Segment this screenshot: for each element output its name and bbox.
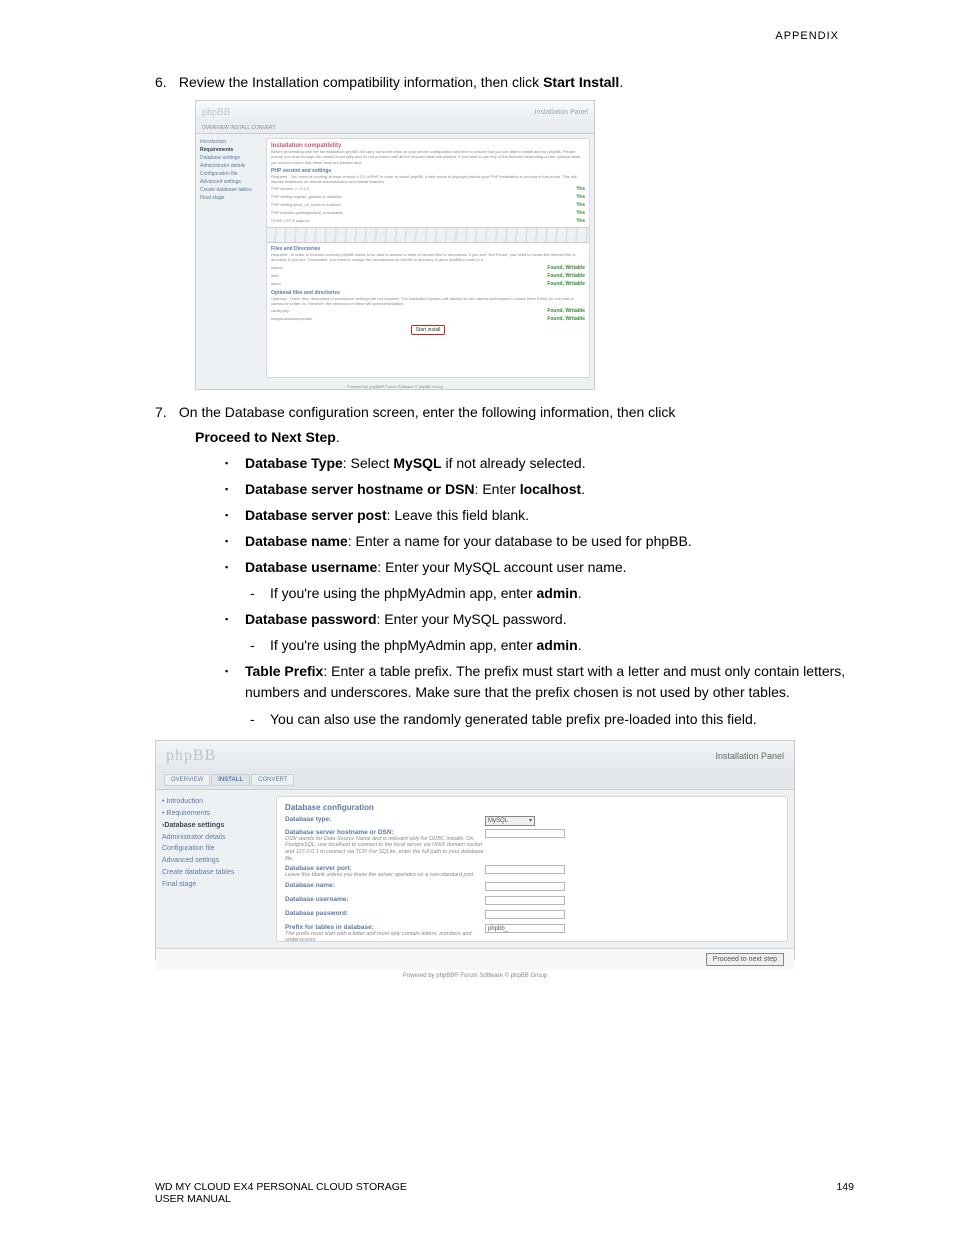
square-bullet-icon: ▪ [225, 479, 245, 500]
square-bullet-icon: ▪ [225, 531, 245, 552]
square-bullet-icon: ▪ [225, 661, 245, 703]
bullet-table-prefix: ▪ Table Prefix: Enter a table prefix. Th… [155, 661, 854, 703]
db-user-input[interactable] [485, 896, 565, 905]
bullet-db-pass-sub: - If you're using the phpMyAdmin app, en… [155, 635, 854, 656]
appendix-header: APPENDIX [155, 30, 854, 42]
dash-bullet-icon: - [250, 709, 270, 730]
ss1-footer: Powered by phpBB® Forum Software © phpBB… [196, 382, 594, 391]
bullet-db-pass: ▪ Database password: Enter your MySQL pa… [155, 609, 854, 630]
footer-subtitle: USER MANUAL [155, 1193, 407, 1205]
dash-bullet-icon: - [250, 583, 270, 604]
ss2-main: Database configuration Database type: My… [276, 796, 788, 942]
bullet-db-port: ▪ Database server post: Leave this field… [155, 505, 854, 526]
tab-install[interactable]: INSTALL [211, 774, 250, 786]
footer-title: WD MY CLOUD EX4 PERSONAL CLOUD STORAGE [155, 1181, 407, 1193]
square-bullet-icon: ▪ [225, 505, 245, 526]
db-pass-input[interactable] [485, 910, 565, 919]
db-port-input[interactable] [485, 865, 565, 874]
ss1-sidebar: Introduction Requirements Database setti… [196, 134, 266, 382]
sidebar-item-create-tables[interactable]: Create database tables [162, 867, 270, 879]
db-type-select[interactable]: MySQL▾ [485, 816, 535, 826]
ss1-tabs: OVERVIEW INSTALL CONVERT [196, 123, 594, 134]
ss2-tabs: OVERVIEWINSTALLCONVERT [156, 771, 794, 790]
chevron-down-icon: ▾ [529, 817, 532, 824]
ss1-panel-label: Installation Panel [535, 109, 588, 116]
sidebar-item-advanced[interactable]: Advanced settings [162, 855, 270, 867]
screenshot-install-compat: phpBB Installation Panel OVERVIEW INSTAL… [195, 100, 595, 390]
sidebar-item-database[interactable]: ›Database settings [162, 820, 270, 832]
bullet-db-name: ▪ Database name: Enter a name for your d… [155, 531, 854, 552]
ss2-heading: Database configuration [285, 803, 779, 812]
ss1-main: Installation compatibility Before procee… [266, 138, 590, 378]
bullet-table-prefix-sub: - You can also use the randomly generate… [155, 709, 854, 730]
ss2-footer: Powered by phpBB® Forum Software © phpBB… [156, 970, 794, 982]
screenshot-db-config: phpBB Installation Panel OVERVIEWINSTALL… [155, 740, 795, 960]
sidebar-item-config[interactable]: Configuration file [162, 843, 270, 855]
tab-convert[interactable]: CONVERT [251, 774, 294, 786]
bullet-db-user: ▪ Database username: Enter your MySQL ac… [155, 557, 854, 578]
ss2-panel-label: Installation Panel [715, 751, 784, 761]
bullet-db-host: ▪ Database server hostname or DSN: Enter… [155, 479, 854, 500]
square-bullet-icon: ▪ [225, 609, 245, 630]
ss1-logo: phpBB [202, 107, 230, 118]
step-6: 6. Review the Installation compatibility… [155, 72, 854, 92]
db-prefix-input[interactable]: phpbb_ [485, 924, 565, 933]
dash-bullet-icon: - [250, 635, 270, 656]
page-number: 149 [836, 1181, 854, 1205]
step-7-text: On the Database configuration screen, en… [179, 404, 676, 420]
tab-overview[interactable]: OVERVIEW [164, 774, 210, 786]
step-6-text: Review the Installation compatibility in… [179, 74, 623, 90]
ss2-sidebar: • Introduction • Requirements ›Database … [156, 790, 276, 948]
proceed-button[interactable]: Proceed to next step [706, 953, 784, 966]
db-host-input[interactable] [485, 829, 565, 838]
bullet-db-user-sub: - If you're using the phpMyAdmin app, en… [155, 583, 854, 604]
step-7: 7. On the Database configuration screen,… [155, 402, 854, 422]
square-bullet-icon: ▪ [225, 557, 245, 578]
db-name-input[interactable] [485, 882, 565, 891]
sidebar-item-final[interactable]: Final stage [162, 879, 270, 891]
start-install-button[interactable]: Start install [411, 325, 446, 335]
ss2-logo: phpBB [166, 747, 216, 765]
sidebar-item-admin[interactable]: Administrator details [162, 832, 270, 844]
sidebar-item-intro[interactable]: • Introduction [162, 796, 270, 808]
bullet-db-type: ▪ Database Type: Select MySQL if not alr… [155, 453, 854, 474]
step-7-num: 7. [155, 402, 175, 422]
sidebar-item-requirements[interactable]: • Requirements [162, 808, 270, 820]
step-6-num: 6. [155, 72, 175, 92]
square-bullet-icon: ▪ [225, 453, 245, 474]
page-footer: WD MY CLOUD EX4 PERSONAL CLOUD STORAGE U… [155, 1181, 854, 1205]
